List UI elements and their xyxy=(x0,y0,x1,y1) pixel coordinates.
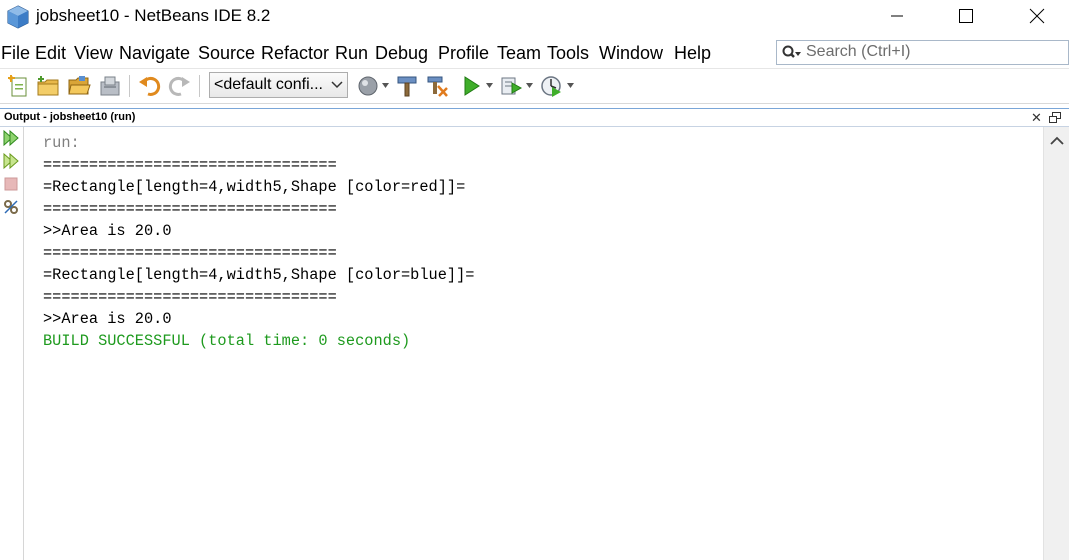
output-panel-title: Output - jobsheet10 (run) xyxy=(4,111,136,123)
configuration-select[interactable]: <default confi... xyxy=(209,72,348,98)
output-gutter xyxy=(0,127,24,560)
clean-build-icon[interactable] xyxy=(425,74,449,98)
output-line-separator: ================================ xyxy=(43,200,337,218)
settings-icon[interactable] xyxy=(2,198,20,216)
menu-refactor[interactable]: Refactor xyxy=(261,43,329,64)
minimize-icon xyxy=(891,15,903,17)
open-project-icon[interactable] xyxy=(67,74,91,98)
window-title: jobsheet10 - NetBeans IDE 8.2 xyxy=(36,6,271,25)
output-line-area: >>Area is 20.0 xyxy=(43,222,172,240)
menu-team[interactable]: Team xyxy=(497,43,541,64)
close-icon xyxy=(1029,8,1045,24)
run-icon[interactable] xyxy=(459,74,483,98)
toolbar-separator xyxy=(129,75,130,97)
output-line-area: >>Area is 20.0 xyxy=(43,310,172,328)
debug-dropdown-icon[interactable] xyxy=(526,83,533,88)
output-console[interactable]: run: ================================ =R… xyxy=(25,127,1043,560)
undo-icon[interactable] xyxy=(138,74,162,98)
output-line-separator: ================================ xyxy=(43,288,337,306)
menu-source[interactable]: Source xyxy=(198,43,255,64)
run-dropdown-icon[interactable] xyxy=(486,83,493,88)
title-bar: jobsheet10 - NetBeans IDE 8.2 xyxy=(0,0,1069,34)
close-icon[interactable]: ✕ xyxy=(1031,110,1042,126)
configuration-value: <default confi... xyxy=(214,76,323,93)
build-icon[interactable] xyxy=(395,74,419,98)
toolbar-separator xyxy=(199,75,200,97)
output-line-run: run: xyxy=(43,134,80,152)
debug-icon[interactable] xyxy=(499,74,523,98)
browser-dropdown-icon[interactable] xyxy=(382,83,389,88)
new-project-icon[interactable] xyxy=(36,74,60,98)
search-placeholder: Search (Ctrl+I) xyxy=(806,43,911,60)
netbeans-cube-icon xyxy=(7,5,29,29)
close-project-icon[interactable] xyxy=(98,74,122,98)
menu-tools[interactable]: Tools xyxy=(547,43,589,64)
output-line-separator: ================================ xyxy=(43,244,337,262)
search-icon xyxy=(782,45,801,58)
search-input[interactable]: Search (Ctrl+I) xyxy=(776,40,1069,65)
minimize-button[interactable] xyxy=(874,0,920,32)
menu-help[interactable]: Help xyxy=(674,43,711,64)
redo-icon[interactable] xyxy=(167,74,191,98)
chevron-up-icon[interactable] xyxy=(1050,136,1064,146)
close-button[interactable] xyxy=(1014,0,1060,32)
menu-run[interactable]: Run xyxy=(335,43,368,64)
output-line-rectangle-red: =Rectangle[length=4,width5,Shape [color=… xyxy=(43,178,466,196)
output-line-rectangle-blue: =Rectangle[length=4,width5,Shape [color=… xyxy=(43,266,475,284)
menu-navigate[interactable]: Navigate xyxy=(119,43,190,64)
menu-window[interactable]: Window xyxy=(599,43,663,64)
vertical-scrollbar[interactable] xyxy=(1043,127,1069,560)
menu-view[interactable]: View xyxy=(74,43,113,64)
maximize-button[interactable] xyxy=(943,0,989,32)
menu-edit[interactable]: Edit xyxy=(35,43,66,64)
restore-window-icon[interactable] xyxy=(1049,112,1061,123)
menu-file[interactable]: File xyxy=(1,43,30,64)
profile-dropdown-icon[interactable] xyxy=(567,83,574,88)
rerun-with-options-icon[interactable] xyxy=(2,152,20,170)
stop-icon[interactable] xyxy=(2,175,20,193)
output-line-build-successful: BUILD SUCCESSFUL (total time: 0 seconds) xyxy=(43,332,411,350)
new-file-icon[interactable] xyxy=(7,74,31,98)
menu-debug[interactable]: Debug xyxy=(375,43,428,64)
toolbar: <default confi... xyxy=(0,68,1069,104)
profile-icon[interactable] xyxy=(539,74,563,98)
output-line-separator: ================================ xyxy=(43,156,337,174)
output-panel-tab[interactable]: Output - jobsheet10 (run) ✕ xyxy=(0,108,1069,127)
browser-icon[interactable] xyxy=(356,74,380,98)
maximize-icon xyxy=(959,9,973,23)
menu-profile[interactable]: Profile xyxy=(438,43,489,64)
rerun-icon[interactable] xyxy=(2,129,20,147)
chevron-down-icon xyxy=(331,81,343,89)
